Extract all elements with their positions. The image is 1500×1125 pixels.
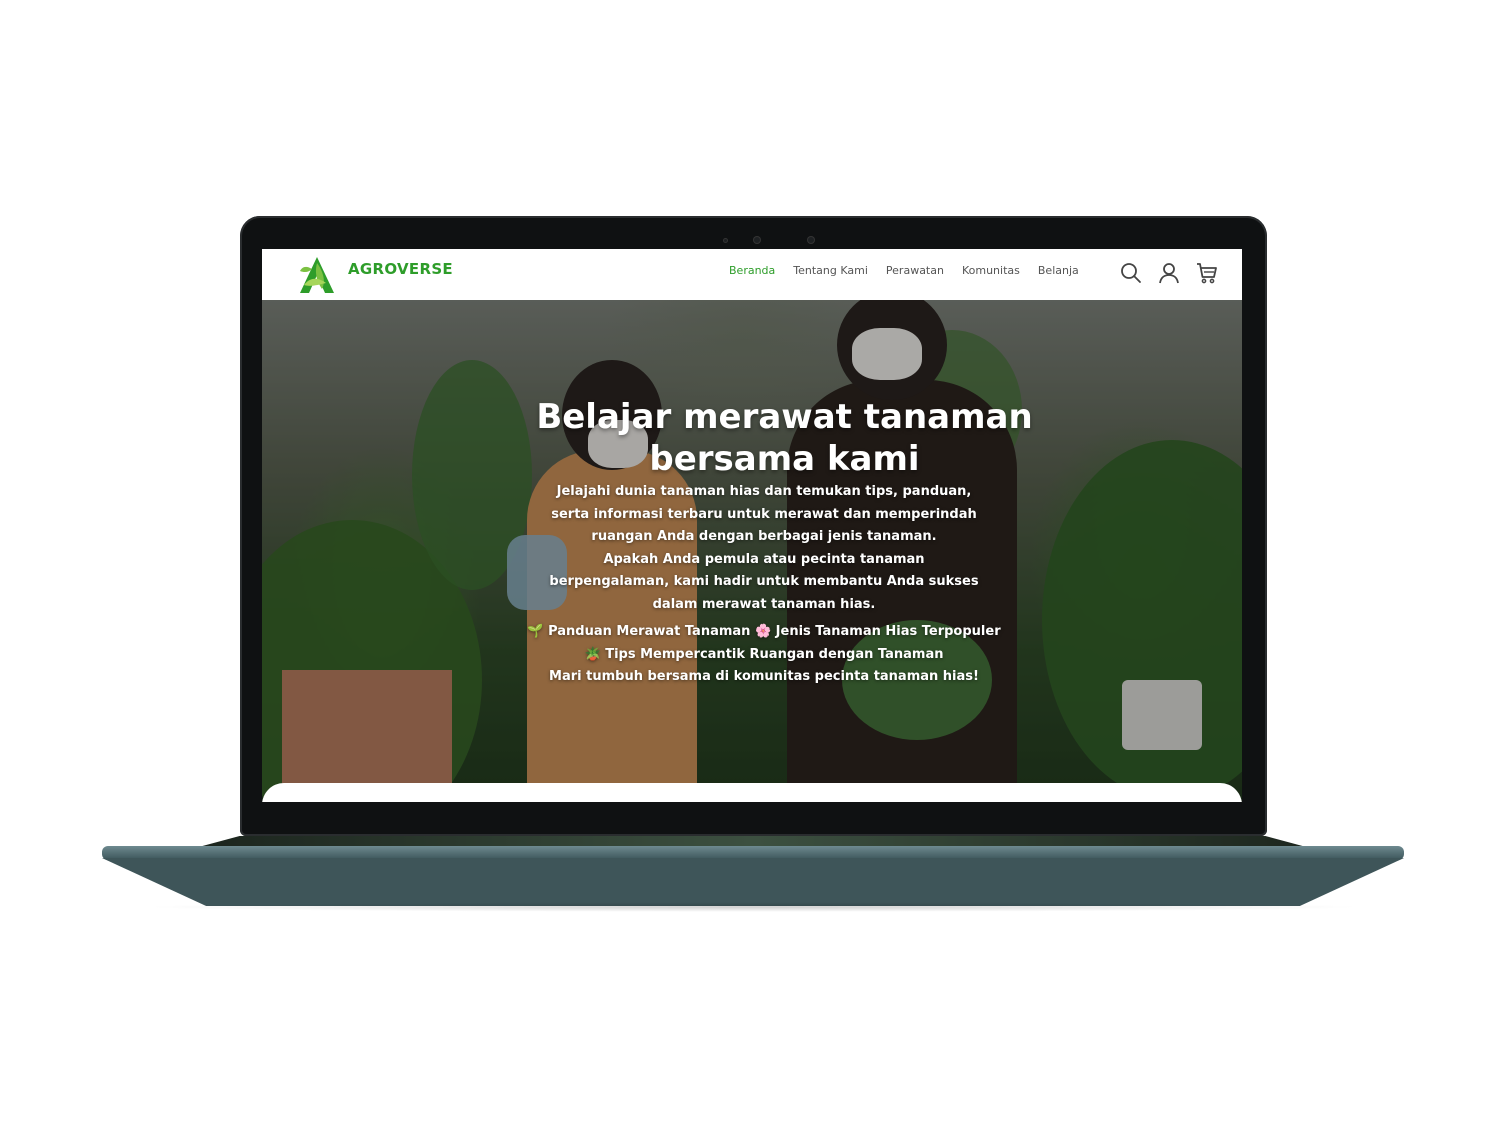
sensor-dot xyxy=(723,238,728,243)
laptop-screen: AGROVERSE Beranda Tentang Kami Perawatan… xyxy=(262,249,1242,802)
feature-line: 🌱 Panduan Merawat Tanaman 🌸 Jenis Tanama… xyxy=(527,624,1001,639)
nav-item-tentang-kami[interactable]: Tentang Kami xyxy=(793,263,868,279)
hero-title: Belajar merawat tanaman bersama kami xyxy=(492,396,1077,480)
sensor-dot xyxy=(807,236,815,244)
laptop-lid: AGROVERSE Beranda Tentang Kami Perawatan… xyxy=(240,216,1267,836)
nav-item-beranda[interactable]: Beranda xyxy=(729,263,775,279)
laptop-shadow xyxy=(140,902,1366,912)
cart-icon[interactable] xyxy=(1195,261,1219,285)
nav-item-komunitas[interactable]: Komunitas xyxy=(962,263,1020,279)
agroverse-logo-icon[interactable] xyxy=(296,255,338,295)
nav-menu: Beranda Tentang Kami Perawatan Komunitas… xyxy=(729,263,1097,279)
hero-description: Jelajahi dunia tanaman hias dan temukan … xyxy=(549,484,979,612)
hero-features: 🌱 Panduan Merawat Tanaman 🌸 Jenis Tanama… xyxy=(494,621,1034,689)
search-icon[interactable] xyxy=(1119,261,1143,285)
hero-title-line: Belajar merawat tanaman xyxy=(536,397,1033,437)
navbar: AGROVERSE Beranda Tentang Kami Perawatan… xyxy=(262,249,1242,300)
laptop-base-edge xyxy=(102,846,1404,860)
laptop-base xyxy=(102,858,1404,906)
content-section-edge xyxy=(262,783,1242,802)
feature-line: 🪴 Tips Mempercantik Ruangan dengan Tanam… xyxy=(584,646,944,662)
user-icon[interactable] xyxy=(1157,261,1181,285)
nav-item-perawatan[interactable]: Perawatan xyxy=(886,263,944,279)
nav-item-belanja[interactable]: Belanja xyxy=(1038,263,1079,279)
closing-line: Mari tumbuh bersama di komunitas pecinta… xyxy=(549,669,979,685)
brand-name[interactable]: AGROVERSE xyxy=(348,259,453,279)
webcam xyxy=(753,236,761,244)
hero-section: Belajar merawat tanaman bersama kami Jel… xyxy=(262,300,1242,802)
hero-title-line: bersama kami xyxy=(649,439,920,479)
